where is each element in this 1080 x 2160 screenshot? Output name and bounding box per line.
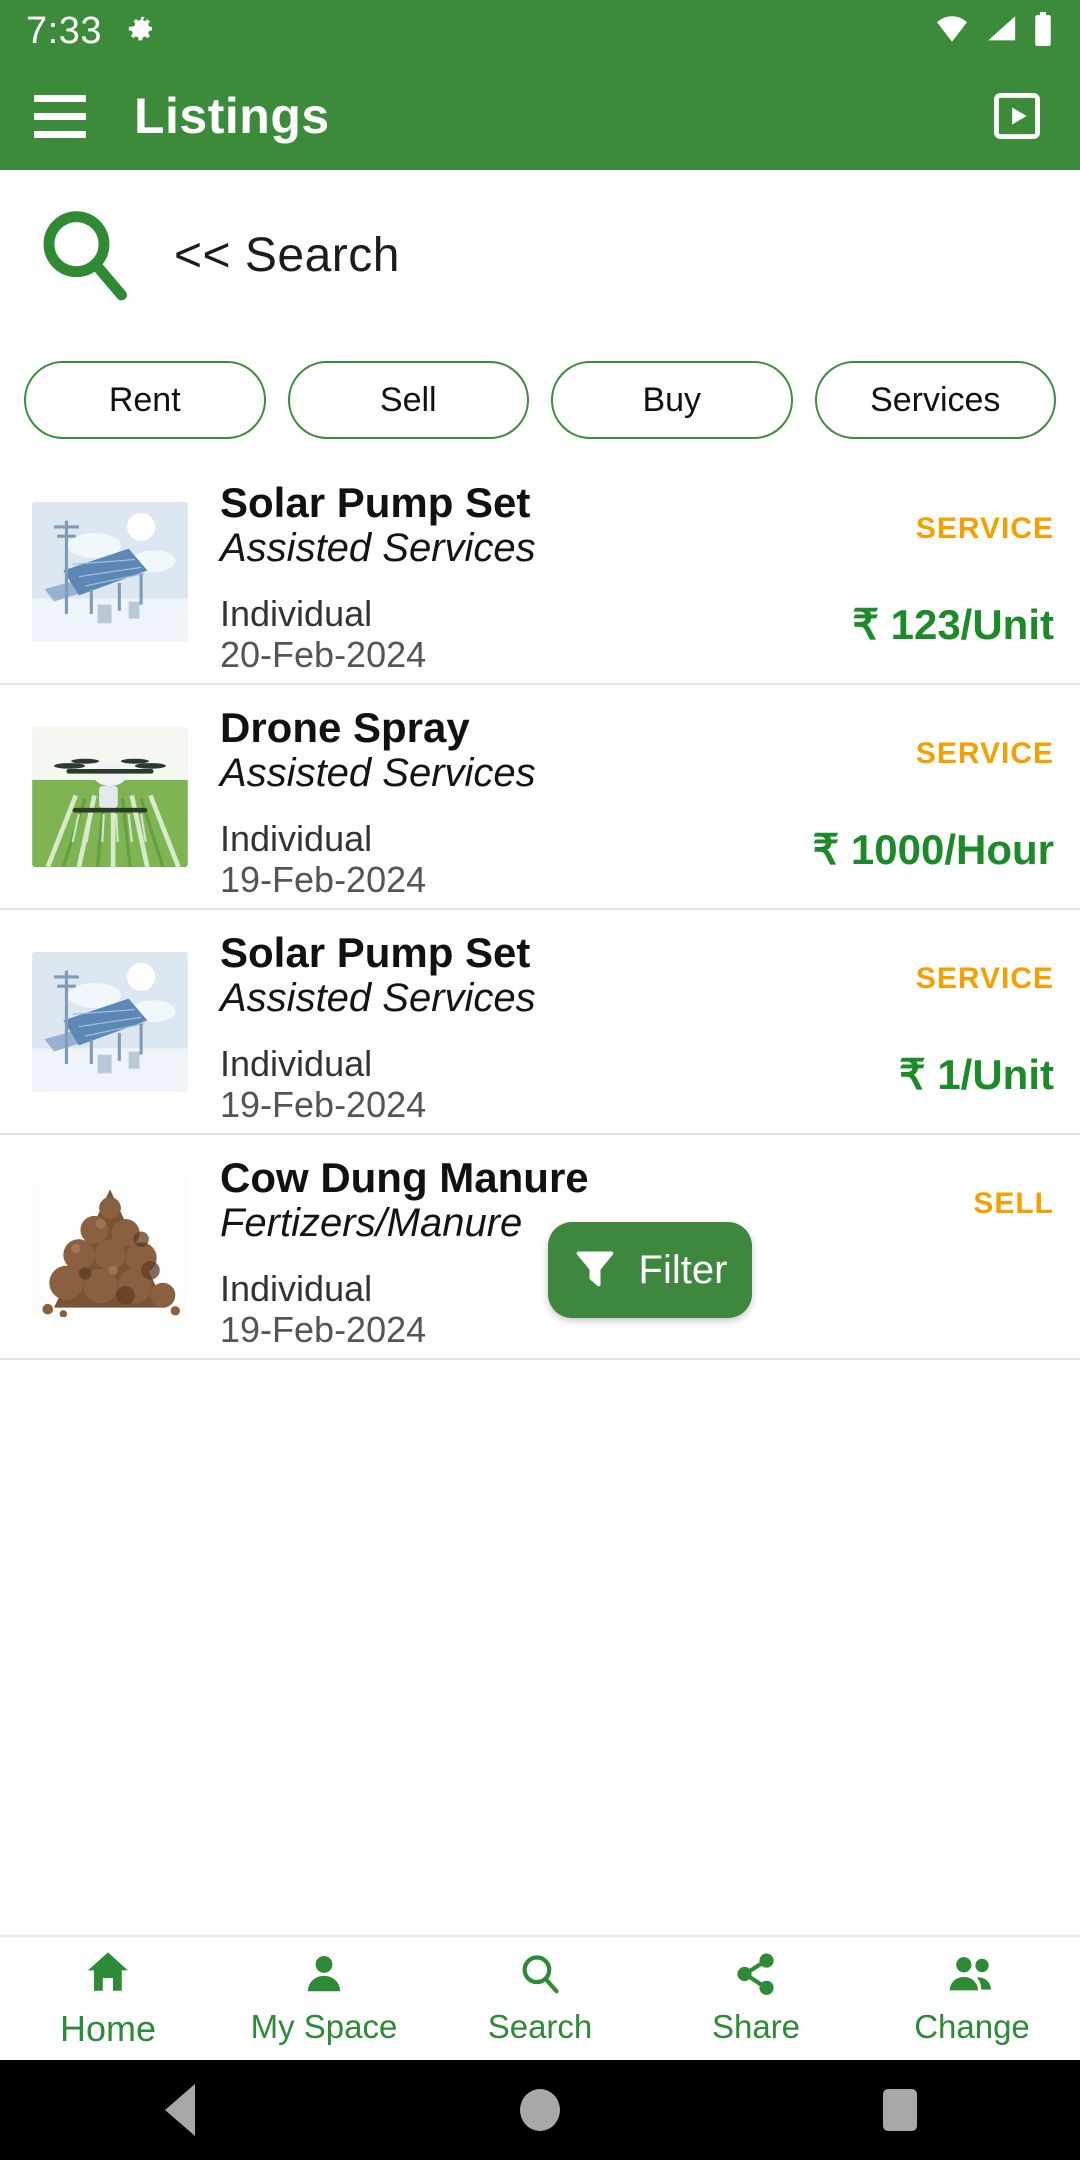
status-badge: SERVICE bbox=[915, 962, 1054, 995]
listing-date: 19-Feb-2024 bbox=[220, 1084, 427, 1126]
listing-category: Assisted Services bbox=[220, 525, 536, 570]
chip-sell[interactable]: Sell bbox=[287, 361, 529, 439]
solar-panel-thumbnail bbox=[32, 951, 188, 1092]
back-triangle-icon[interactable] bbox=[90, 2084, 270, 2136]
recents-square-icon[interactable] bbox=[810, 2089, 990, 2131]
listing-meta: SELL bbox=[754, 1135, 1054, 1358]
nav-label-home: Home bbox=[59, 2008, 157, 2049]
listing-details: Solar Pump Set Assisted Services Individ… bbox=[188, 927, 754, 1124]
home-circle-icon[interactable] bbox=[450, 2089, 630, 2131]
gear-icon bbox=[126, 14, 160, 48]
listing-owner: Individual bbox=[220, 592, 373, 634]
people-icon bbox=[946, 1951, 998, 2002]
search-icon bbox=[517, 1951, 563, 2002]
cow-dung-manure-thumbnail bbox=[32, 1176, 188, 1317]
status-badge: SELL bbox=[973, 1187, 1054, 1220]
listing-details: Drone Spray Assisted Services Individual… bbox=[188, 702, 754, 899]
listing-price: ₹ 123/Unit bbox=[852, 601, 1054, 648]
listing-meta: SERVICE ₹ 1/Unit bbox=[754, 910, 1054, 1133]
person-icon bbox=[301, 1951, 347, 2002]
search-input[interactable]: << Search bbox=[174, 228, 400, 283]
app-screen: 7:33 Listings << Search Rent Sell Buy Se… bbox=[0, 0, 1080, 2160]
status-badge: SERVICE bbox=[915, 737, 1054, 770]
system-navigation-bar bbox=[0, 2060, 1080, 2160]
status-icons bbox=[934, 11, 1054, 51]
category-chip-row: Rent Sell Buy Services bbox=[0, 340, 1080, 460]
nav-item-change[interactable]: Change bbox=[864, 1937, 1080, 2060]
app-bar: Listings bbox=[0, 62, 1080, 170]
nav-label-my-space: My Space bbox=[250, 2008, 398, 2045]
search-bar[interactable]: << Search bbox=[0, 170, 1080, 340]
filter-label: Filter bbox=[638, 1247, 728, 1292]
listing-category: Assisted Services bbox=[220, 750, 536, 795]
nav-label-change: Change bbox=[914, 2008, 1030, 2045]
status-badge: SERVICE bbox=[915, 512, 1054, 545]
listing-owner: Individual bbox=[220, 817, 373, 859]
search-icon[interactable] bbox=[34, 205, 134, 305]
listing-title: Drone Spray bbox=[220, 703, 470, 751]
nav-label-search: Search bbox=[487, 2008, 593, 2045]
listing-category: Assisted Services bbox=[220, 975, 536, 1020]
listing-title: Solar Pump Set bbox=[220, 478, 531, 526]
status-bar: 7:33 bbox=[0, 0, 1080, 62]
chip-rent[interactable]: Rent bbox=[24, 361, 266, 439]
nav-label-share: Share bbox=[711, 2008, 801, 2045]
chip-buy[interactable]: Buy bbox=[551, 361, 793, 439]
nav-item-home[interactable]: Home bbox=[0, 1937, 216, 2060]
share-icon bbox=[733, 1951, 779, 2002]
chip-services[interactable]: Services bbox=[814, 361, 1056, 439]
listing-title: Solar Pump Set bbox=[220, 928, 531, 976]
listing-price: ₹ 1000/Hour bbox=[812, 826, 1054, 873]
listing-price: ₹ 1/Unit bbox=[898, 1051, 1054, 1098]
home-icon bbox=[83, 1947, 133, 2002]
hamburger-menu-icon[interactable] bbox=[34, 94, 86, 138]
drone-spray-thumbnail bbox=[32, 726, 188, 867]
status-time: 7:33 bbox=[26, 9, 102, 52]
nav-item-share[interactable]: Share bbox=[648, 1937, 864, 2060]
bottom-navigation: Home My Space Search Share Change bbox=[0, 1935, 1080, 2060]
table-row[interactable]: Solar Pump Set Assisted Services Individ… bbox=[0, 460, 1080, 685]
nav-item-my-space[interactable]: My Space bbox=[216, 1937, 432, 2060]
wifi-icon bbox=[934, 14, 970, 49]
cellular-signal-icon bbox=[984, 14, 1018, 49]
listing-date: 19-Feb-2024 bbox=[220, 859, 427, 901]
cast-screen-icon[interactable] bbox=[988, 87, 1046, 145]
filter-funnel-icon bbox=[573, 1244, 617, 1297]
table-row[interactable]: Cow Dung Manure Fertizers/Manure Individ… bbox=[0, 1135, 1080, 1360]
filter-button[interactable]: Filter bbox=[548, 1222, 752, 1318]
listing-details: Solar Pump Set Assisted Services Individ… bbox=[188, 477, 754, 674]
listing-title: Cow Dung Manure bbox=[220, 1153, 589, 1201]
listings-list: Solar Pump Set Assisted Services Individ… bbox=[0, 460, 1080, 1360]
listing-meta: SERVICE ₹ 1000/Hour bbox=[754, 685, 1054, 908]
table-row[interactable]: Solar Pump Set Assisted Services Individ… bbox=[0, 910, 1080, 1135]
listing-owner: Individual bbox=[220, 1042, 373, 1084]
page-title: Listings bbox=[134, 88, 330, 144]
table-row[interactable]: Drone Spray Assisted Services Individual… bbox=[0, 685, 1080, 910]
listing-date: 20-Feb-2024 bbox=[220, 634, 427, 676]
solar-panel-thumbnail bbox=[32, 501, 188, 642]
listing-meta: SERVICE ₹ 123/Unit bbox=[754, 460, 1054, 683]
battery-icon bbox=[1032, 11, 1054, 51]
nav-item-search[interactable]: Search bbox=[432, 1937, 648, 2060]
